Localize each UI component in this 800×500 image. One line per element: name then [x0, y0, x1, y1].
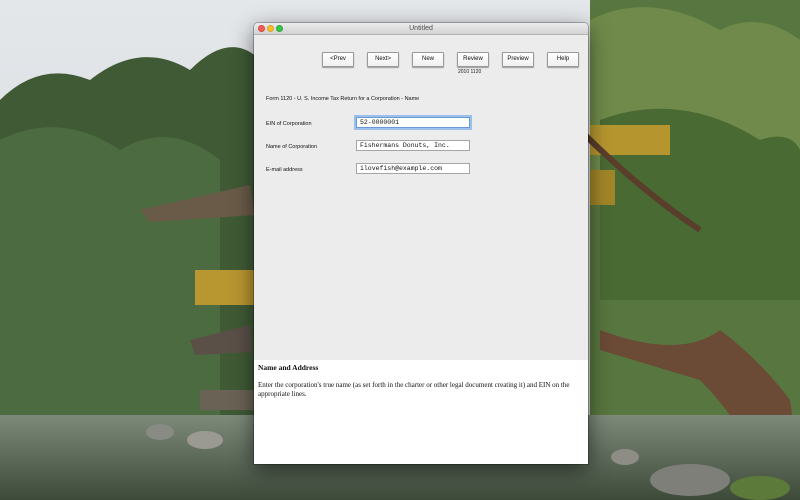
form-title: Form 1120 - U. S. Income Tax Return for … [266, 96, 420, 102]
review-button[interactable]: Review [457, 52, 489, 67]
form-panel: <Prev Next> New Review 2010 1120 Preview… [254, 35, 588, 360]
help-text: Enter the corporation's true name (as se… [258, 381, 570, 398]
new-button[interactable]: New [412, 52, 444, 67]
help-title: Name and Address [258, 363, 319, 372]
email-label: E-mail address [266, 167, 303, 173]
app-window: Untitled <Prev Next> New Review 2010 112… [254, 23, 588, 464]
review-sublabel: 2010 1120 [458, 69, 482, 75]
prev-button[interactable]: <Prev [322, 52, 354, 67]
help-button[interactable]: Help [547, 52, 579, 67]
window-title: Untitled [409, 25, 433, 32]
corporation-name-label: Name of Corporation [266, 144, 318, 150]
ein-label: EIN of Corporation [266, 121, 312, 127]
next-button[interactable]: Next> [367, 52, 399, 67]
ein-input[interactable] [356, 117, 470, 128]
help-panel: Name and Address Enter the corporation's… [254, 360, 588, 464]
window-titlebar[interactable]: Untitled [254, 23, 588, 35]
corporation-name-input[interactable] [356, 140, 470, 151]
preview-button[interactable]: Preview [502, 52, 534, 67]
email-input[interactable] [356, 163, 470, 174]
